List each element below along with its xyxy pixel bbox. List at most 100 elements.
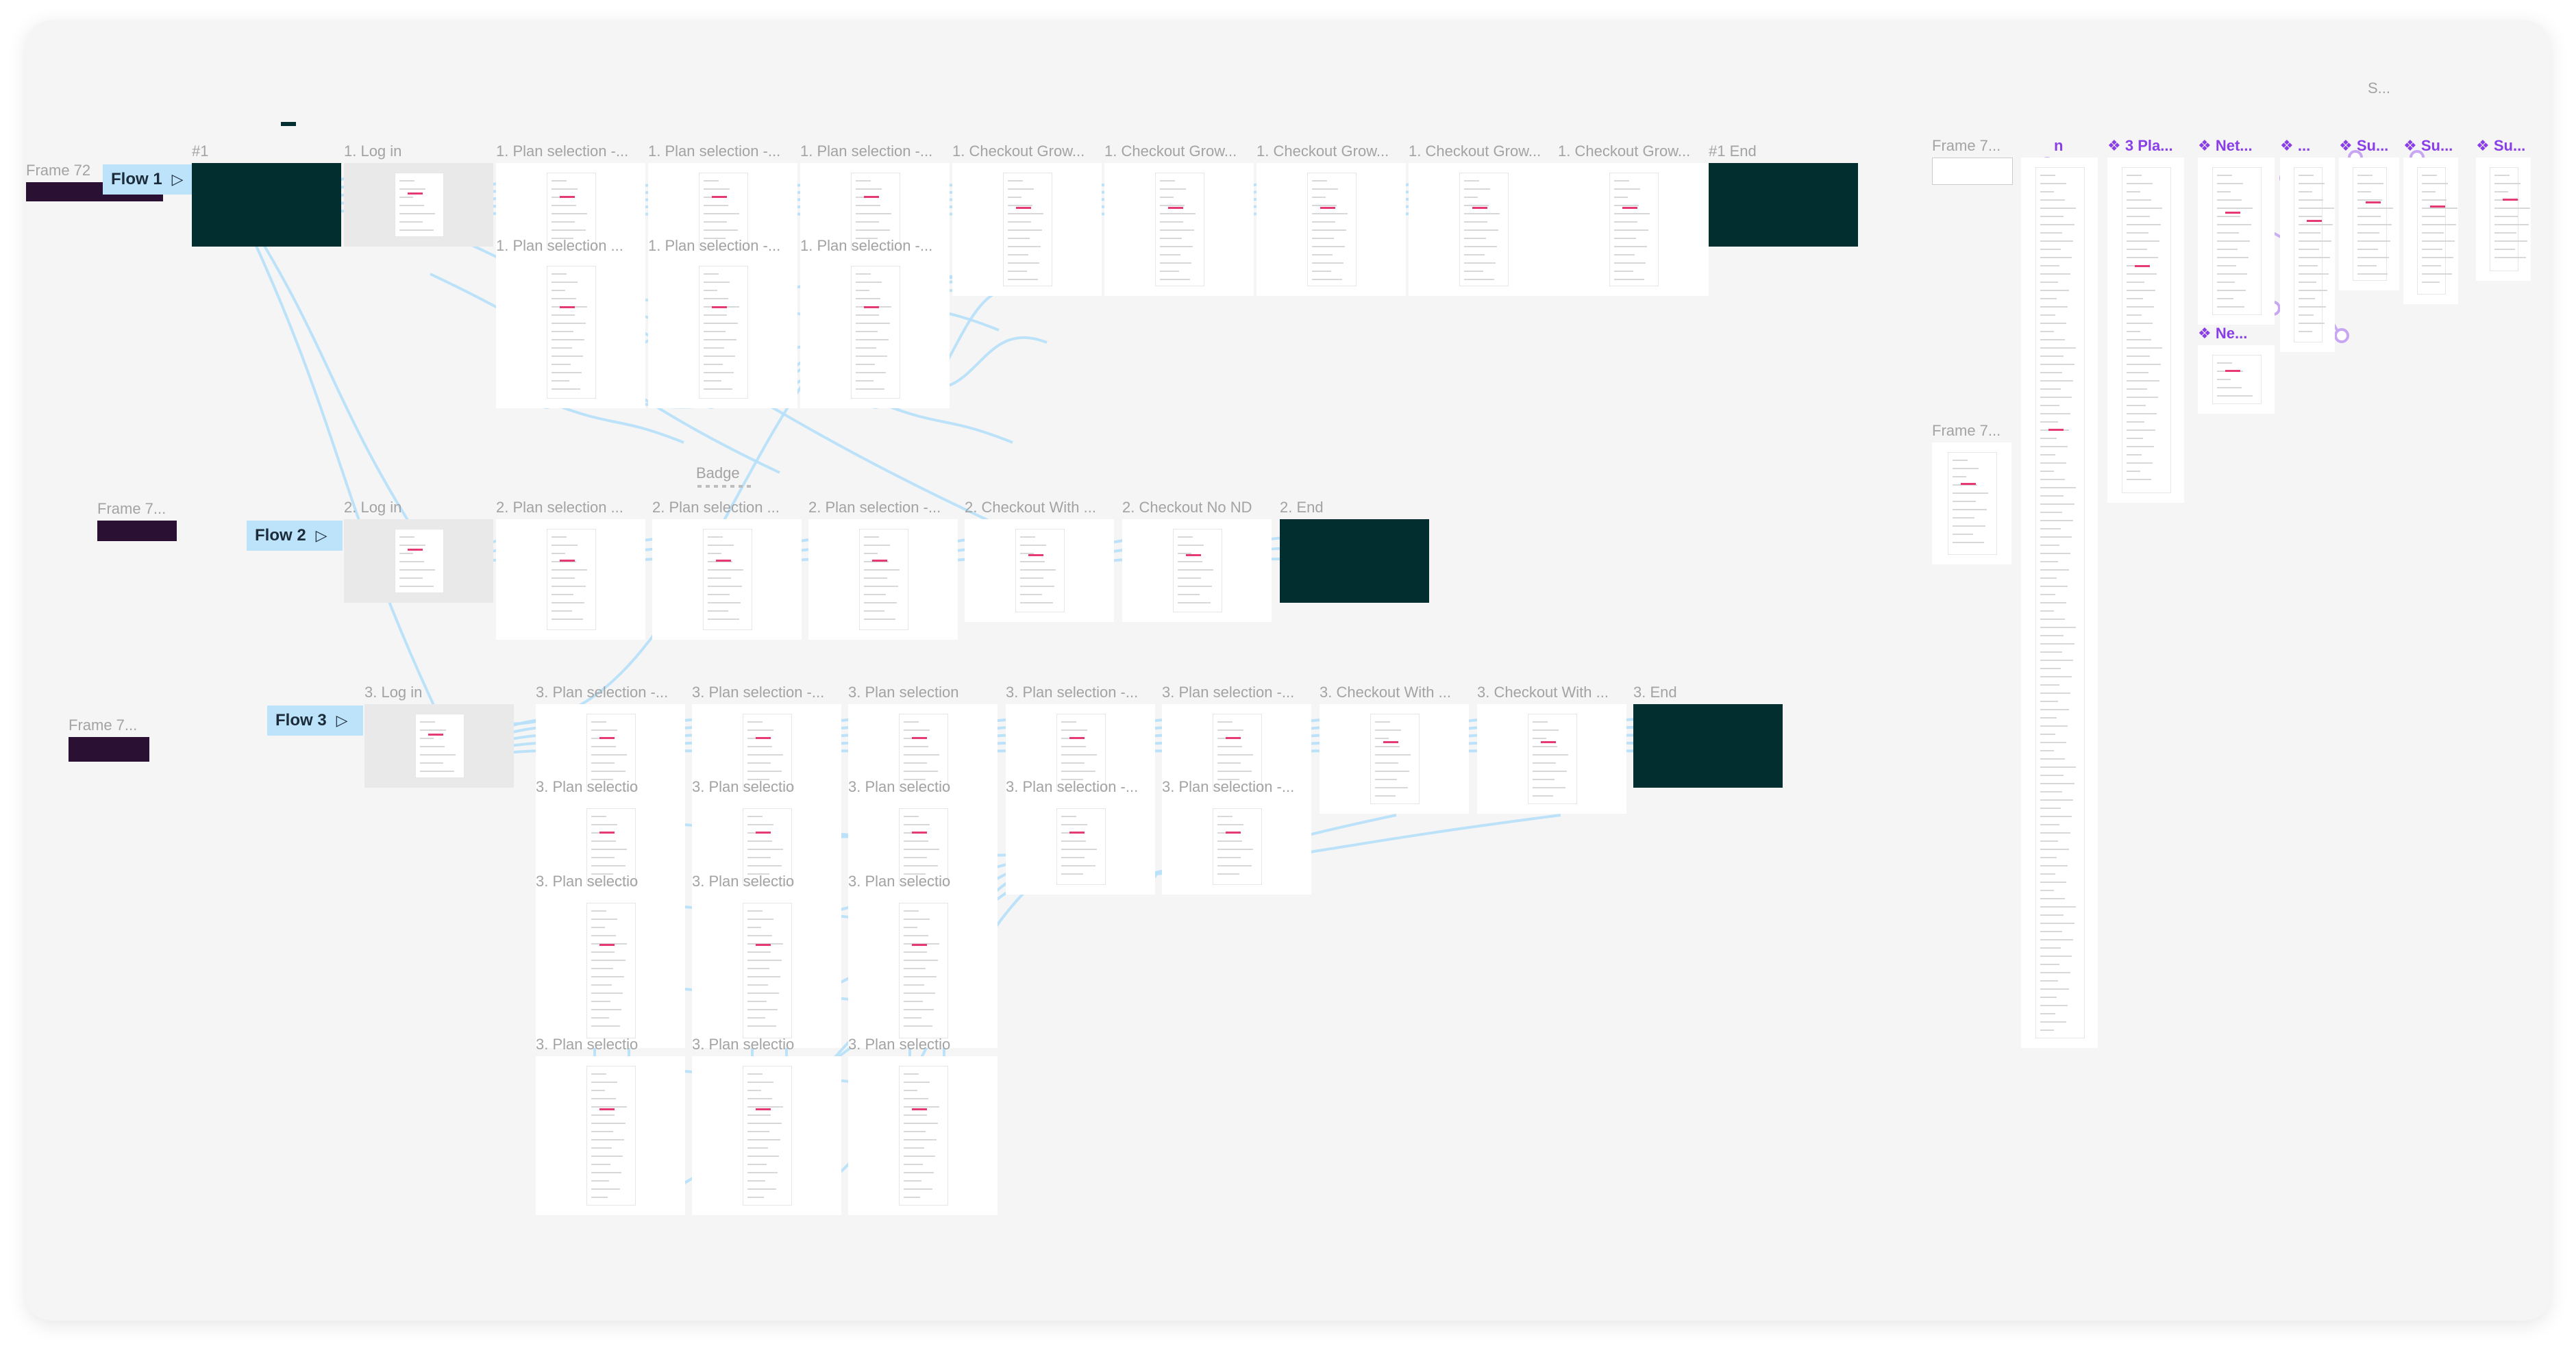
plan-frame[interactable]	[652, 519, 802, 640]
frame-thumbnail[interactable]	[1932, 442, 2011, 564]
plan-frame[interactable]	[692, 893, 841, 1048]
text-line	[1061, 746, 1086, 747]
checkout-frame[interactable]	[965, 519, 1114, 622]
text-line	[552, 619, 583, 620]
frame-label: 1. Plan selection ...	[496, 237, 623, 254]
text-line	[904, 1009, 934, 1010]
screen-preview	[395, 173, 444, 237]
checkout-frame[interactable]	[1104, 163, 1254, 296]
screen-preview	[1173, 529, 1222, 612]
text-line	[856, 180, 871, 182]
text-line	[2040, 388, 2061, 390]
text-line	[2040, 725, 2068, 727]
frame-label: 3. Plan selectio	[848, 873, 951, 890]
flow-2-end-frame[interactable]	[1280, 519, 1429, 603]
plan-frame[interactable]	[1006, 799, 1155, 895]
plan-frame[interactable]	[536, 1056, 685, 1215]
plan-frame[interactable]	[496, 519, 645, 640]
checkout-frame[interactable]	[952, 163, 1102, 296]
text-line	[591, 1082, 617, 1083]
plan-frame[interactable]	[800, 256, 950, 408]
checkout-frame[interactable]	[1409, 163, 1558, 296]
text-line	[2422, 191, 2436, 192]
text-line	[1464, 254, 1485, 255]
plan-frame[interactable]	[692, 1056, 841, 1215]
text-line	[1953, 534, 1973, 535]
plan-frame[interactable]	[496, 256, 645, 408]
checkout-frame[interactable]	[1558, 163, 1709, 296]
flow-1-start-button[interactable]: Flow 1 ▷	[103, 164, 199, 195]
flow-2-login-frame[interactable]	[344, 519, 493, 603]
text-line	[1312, 188, 1338, 190]
text-line	[856, 205, 880, 206]
connection-node[interactable]	[2334, 328, 2349, 343]
plan-frame[interactable]	[536, 893, 685, 1048]
accent-line	[2366, 201, 2381, 203]
text-line	[864, 545, 890, 546]
text-line	[2422, 249, 2442, 250]
text-line	[1008, 205, 1032, 206]
connection-line[interactable]	[243, 219, 438, 713]
text-line	[2040, 906, 2076, 908]
component-column[interactable]	[2198, 345, 2275, 414]
flow-1-start-frame[interactable]	[192, 163, 341, 247]
screen-preview	[1213, 808, 1262, 885]
text-line	[2422, 183, 2448, 184]
frame-thumbnail[interactable]	[1932, 158, 2013, 185]
text-line	[2494, 257, 2526, 258]
badge-component[interactable]	[697, 485, 752, 488]
flow-3-start-button[interactable]: Flow 3 ▷	[267, 706, 363, 736]
text-line	[904, 1131, 926, 1132]
text-line	[1464, 246, 1497, 247]
checkout-frame[interactable]	[1477, 704, 1626, 814]
text-line	[1464, 238, 1486, 239]
text-line	[2040, 569, 2069, 571]
frame-thumbnail[interactable]	[69, 737, 149, 762]
plan-frame[interactable]	[848, 1056, 998, 1215]
checkout-frame[interactable]	[1256, 163, 1406, 296]
text-line	[2040, 323, 2066, 324]
frame-thumbnail[interactable]	[97, 521, 177, 541]
frame-label: 3. Plan selectio	[692, 873, 795, 890]
flow-1-end-frame[interactable]	[1709, 163, 1858, 247]
component-column[interactable]	[2403, 158, 2458, 304]
component-column[interactable]	[2021, 158, 2098, 1048]
text-line	[856, 273, 871, 275]
text-line	[1160, 197, 1174, 198]
text-line	[1614, 197, 1628, 198]
component-column[interactable]	[2339, 158, 2399, 290]
text-line	[2040, 709, 2069, 710]
flow-2-start-button[interactable]: Flow 2 ▷	[247, 521, 343, 551]
frame-label: 3. Plan selection -...	[536, 684, 669, 701]
plan-frame[interactable]	[648, 256, 797, 408]
text-line	[2127, 413, 2157, 414]
plan-frame[interactable]	[848, 893, 998, 1048]
connection-line[interactable]	[243, 211, 418, 536]
text-line	[2357, 232, 2379, 234]
accent-line	[599, 737, 615, 739]
component-column[interactable]	[2198, 158, 2275, 325]
text-line	[2217, 273, 2247, 275]
prototype-canvas[interactable]: Frame 72 Frame 7... Frame 7... Flow 1 ▷ F…	[26, 21, 2550, 1321]
component-column[interactable]	[2280, 158, 2335, 352]
flow-1-login-frame[interactable]	[344, 163, 493, 247]
flow-3-end-frame[interactable]	[1633, 704, 1783, 788]
text-line	[591, 1180, 609, 1182]
text-line	[420, 738, 434, 739]
component-column[interactable]	[2107, 158, 2184, 503]
checkout-frame[interactable]	[1320, 704, 1469, 814]
text-line	[552, 221, 575, 223]
plan-frame[interactable]	[1162, 799, 1311, 895]
plan-frame[interactable]	[808, 519, 958, 640]
checkout-frame[interactable]	[1122, 519, 1272, 622]
text-line	[1217, 721, 1233, 723]
accent-line	[408, 549, 423, 551]
text-line	[904, 1164, 923, 1165]
text-line	[2217, 362, 2232, 364]
screen-preview	[586, 903, 636, 1038]
text-line	[904, 927, 917, 928]
text-line	[2040, 553, 2070, 554]
text-line	[2357, 191, 2371, 192]
component-column[interactable]	[2476, 158, 2531, 281]
flow-3-login-frame[interactable]	[364, 704, 514, 788]
